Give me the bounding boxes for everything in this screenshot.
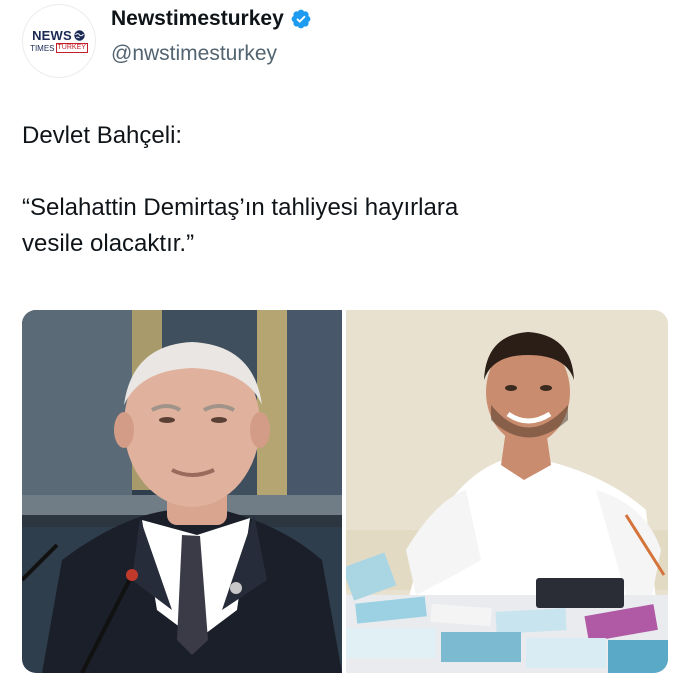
tweet-line-1: Devlet Bahçeli: [22,122,183,149]
logo-turkey-text: TURKEY [55,43,88,53]
tweet-line-3: vesile olacaktır.” [22,230,195,257]
account-avatar[interactable]: NEWS TIMES TURKEY [22,4,96,78]
photo-right[interactable] [346,310,668,673]
tweet-line-2: “Selahattin Demirtaş’ın tahliyesi hayırl… [22,194,459,221]
logo-times-text: TIMES [30,43,55,53]
verified-badge-icon[interactable] [290,8,312,30]
tweet-media-grid [22,310,668,673]
photo-right-illustration [346,310,668,673]
photo-left[interactable] [22,310,342,673]
logo-subline: TIMES TURKEY [30,43,88,53]
globe-icon [74,30,85,41]
logo-news-wordmark: NEWS [32,29,86,42]
logo-news-text: NEWS [32,28,72,43]
tweet-paragraph-gap [22,154,662,190]
account-handle[interactable]: @nwstimesturkey [111,40,277,68]
tweet-text: Devlet Bahçeli: “Selahattin Demirtaş’ın … [22,118,662,262]
display-name[interactable]: Newstimesturkey [111,5,284,33]
display-name-row: Newstimesturkey [111,5,312,33]
photo-left-illustration [22,310,342,673]
